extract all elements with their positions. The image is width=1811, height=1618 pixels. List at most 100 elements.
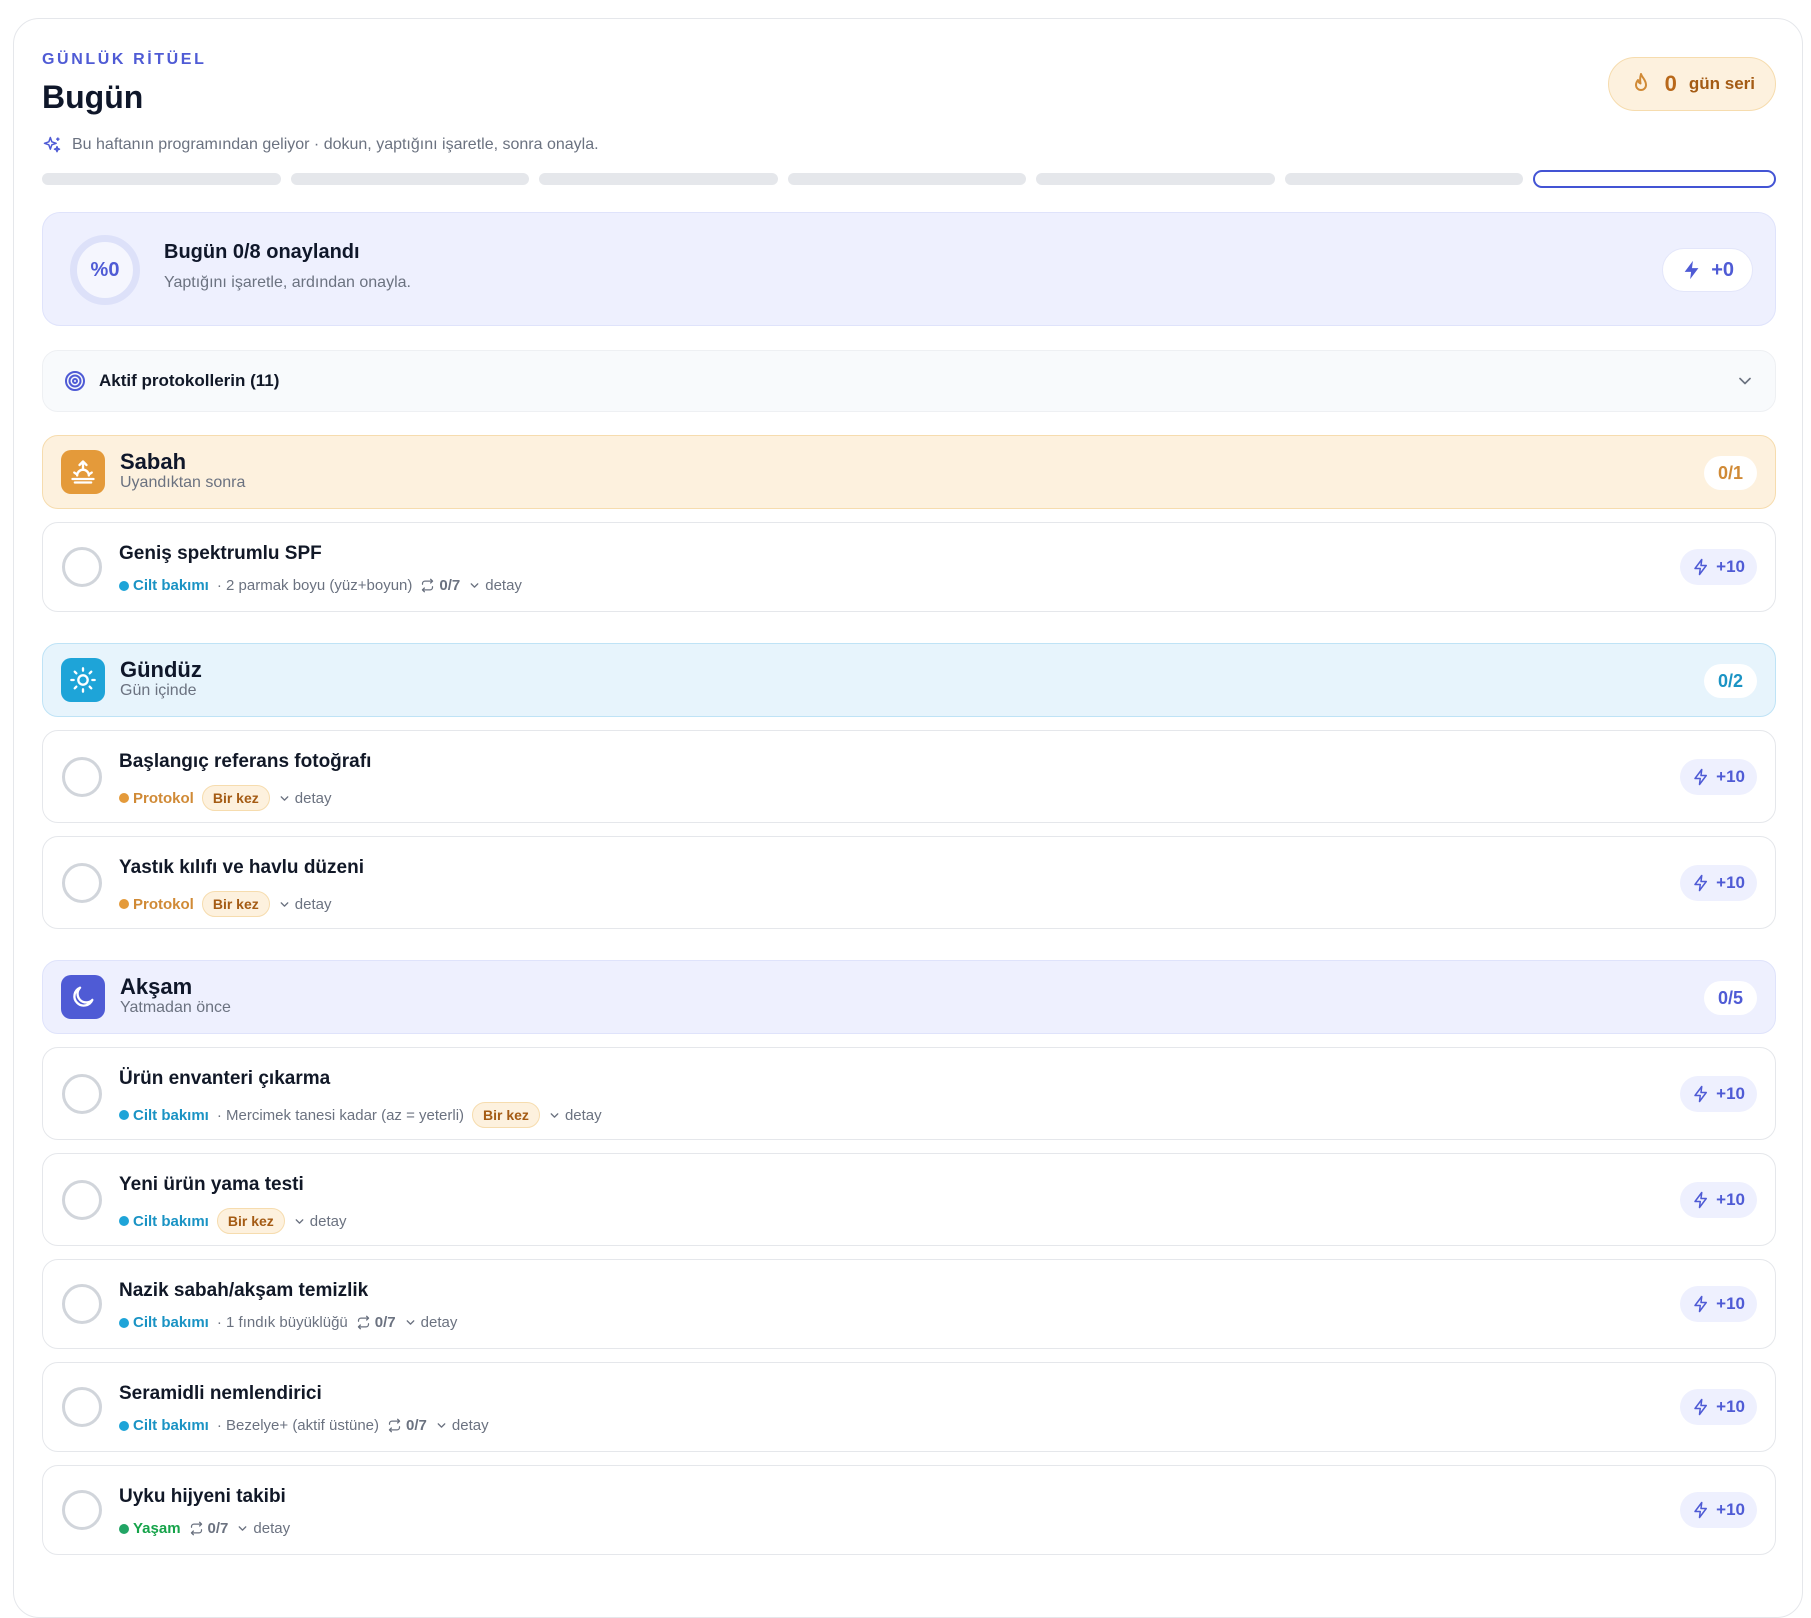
task-checkbox[interactable]	[62, 1179, 102, 1220]
task-item[interactable]: Uyku hijyeni takibi Yaşam 0/7 detay +10	[42, 1465, 1776, 1555]
task-detail-toggle[interactable]: detay	[435, 1417, 489, 1434]
day-segment[interactable]	[42, 173, 281, 185]
task-repeat: 0/7	[189, 1520, 228, 1537]
task-title: Yastık kılıfı ve havlu düzeni	[119, 857, 364, 878]
task-item[interactable]: Seramidli nemlendirici Cilt bakımı · Bez…	[42, 1362, 1776, 1452]
section-title: Gündüz	[120, 657, 202, 682]
protocols-label: Aktif protokollerin (11)	[99, 371, 280, 390]
summary-subtitle: Yaptığını işaretle, ardından onayla.	[164, 274, 411, 291]
task-detail-toggle[interactable]: detay	[404, 1314, 457, 1331]
streak-label: gün seri	[1688, 74, 1755, 93]
task-xp-badge: +10	[1680, 1181, 1757, 1218]
sun-icon	[61, 658, 105, 702]
task-item[interactable]: Yastık kılıfı ve havlu düzeni Protokol B…	[42, 836, 1776, 929]
task-xp-badge: +10	[1680, 549, 1757, 585]
daily-ritual-card: GÜNLÜK RİTÜEL Bugün Bu haftanın programı…	[13, 18, 1803, 1618]
task-detail-toggle[interactable]: detay	[293, 1213, 346, 1230]
once-badge: Bir kez	[472, 1102, 540, 1128]
subtitle-text: Bu haftanın programından geliyor · dokun…	[72, 136, 599, 153]
points-value: +0	[1711, 258, 1734, 281]
task-detail-toggle[interactable]: detay	[278, 896, 331, 913]
progress-ring: %0	[70, 235, 140, 305]
day-segment[interactable]	[787, 173, 1027, 185]
moon-icon	[61, 975, 105, 1019]
day-segment[interactable]	[539, 173, 778, 185]
task-title: Geniş spektrumlu SPF	[119, 543, 322, 564]
target-icon	[65, 371, 85, 391]
section-count: 0/2	[1703, 664, 1757, 698]
task-xp-badge: +10	[1680, 758, 1757, 795]
repeat-icon	[422, 578, 434, 593]
task-item[interactable]: Geniş spektrumlu SPF Cilt bakımı · 2 par…	[42, 522, 1776, 612]
task-detail-toggle[interactable]: detay	[278, 790, 331, 807]
active-protocols-toggle[interactable]: Aktif protokollerin (11)	[42, 350, 1776, 412]
task-checkbox[interactable]	[62, 1073, 102, 1114]
task-checkbox[interactable]	[62, 862, 102, 903]
day-segment[interactable]	[1284, 173, 1524, 185]
task-xp-badge: +10	[1680, 1286, 1757, 1322]
task-checkbox[interactable]	[62, 756, 102, 797]
bolt-icon	[1694, 558, 1708, 576]
streak-badge: 0 gün seri	[1607, 57, 1776, 111]
task-detail-toggle[interactable]: detay	[548, 1107, 602, 1124]
eyebrow-label: GÜNLÜK RİTÜEL	[42, 51, 207, 68]
task-title: Yeni ürün yama testi	[119, 1174, 304, 1195]
task-category: Cilt bakımı	[119, 1417, 209, 1434]
task-item[interactable]: Ürün envanteri çıkarma Cilt bakımı · Mer…	[42, 1047, 1776, 1140]
chevron-down-icon	[1739, 377, 1751, 385]
section-title: Akşam	[120, 974, 193, 999]
chevron-down-icon	[280, 795, 289, 801]
day-segment[interactable]	[290, 173, 530, 185]
task-checkbox[interactable]	[62, 1490, 102, 1530]
summary-title: Bugün 0/8 onaylandı	[164, 241, 360, 263]
task-xp-badge: +10	[1680, 1389, 1757, 1425]
bolt-icon	[1694, 874, 1708, 891]
task-meta: Protokol Bir kez detay	[119, 891, 331, 917]
task-title: Seramidli nemlendirici	[119, 1383, 322, 1404]
day-segment-today[interactable]	[1533, 170, 1777, 188]
task-detail-toggle[interactable]: detay	[468, 577, 522, 594]
section-subtitle: Gün içinde	[120, 682, 197, 699]
subtitle-row: Bu haftanın programından geliyor · dokun…	[42, 135, 599, 155]
task-meta: Cilt bakımı · Mercimek tanesi kadar (az …	[119, 1102, 602, 1128]
sparkles-icon	[43, 136, 61, 153]
repeat-icon	[388, 1418, 401, 1433]
bolt-icon	[1694, 768, 1708, 785]
task-category: Protokol	[119, 896, 194, 913]
section-evening: Akşam Yatmadan önce 0/5	[42, 960, 1776, 1034]
task-checkbox[interactable]	[62, 1284, 102, 1324]
day-segment[interactable]	[1036, 173, 1275, 185]
chevron-down-icon	[406, 1320, 415, 1325]
section-count: 0/5	[1703, 981, 1757, 1015]
task-checkbox[interactable]	[62, 547, 102, 587]
task-item[interactable]: Nazik sabah/akşam temizlik Cilt bakımı ·…	[42, 1259, 1776, 1349]
once-badge: Bir kez	[201, 785, 270, 811]
chevron-down-icon	[295, 1218, 304, 1224]
task-category: Cilt bakımı	[119, 577, 209, 594]
chevron-down-icon	[280, 901, 289, 907]
task-category: Cilt bakımı	[119, 1314, 209, 1331]
once-badge: Bir kez	[216, 1208, 285, 1234]
task-item[interactable]: Başlangıç referans fotoğrafı Protokol Bi…	[42, 730, 1776, 823]
task-meta: Protokol Bir kez detay	[119, 785, 331, 811]
task-category: Yaşam	[119, 1520, 181, 1537]
task-item[interactable]: Yeni ürün yama testi Cilt bakımı Bir kez…	[42, 1153, 1776, 1246]
repeat-icon	[190, 1521, 202, 1536]
task-category: Cilt bakımı	[119, 1107, 209, 1124]
task-meta: Cilt bakımı · 1 fındık büyüklüğü 0/7 det…	[119, 1314, 457, 1331]
section-title: Sabah	[120, 449, 187, 474]
task-meta: Yaşam 0/7 detay	[119, 1520, 290, 1537]
flame-icon	[1634, 73, 1647, 91]
repeat-icon	[357, 1315, 369, 1330]
task-repeat: 0/7	[356, 1314, 396, 1331]
task-category: Protokol	[119, 790, 194, 807]
section-morning: Sabah Uyandıktan sonra 0/1	[42, 435, 1776, 509]
section-subtitle: Uyandıktan sonra	[120, 474, 246, 491]
task-detail-toggle[interactable]: detay	[236, 1520, 290, 1537]
task-title: Başlangıç referans fotoğrafı	[119, 751, 372, 772]
bolt-icon	[1694, 1295, 1708, 1313]
once-badge: Bir kez	[201, 891, 270, 917]
task-checkbox[interactable]	[62, 1387, 102, 1427]
page-title: Bugün	[42, 79, 144, 115]
section-count: 0/1	[1703, 456, 1757, 490]
